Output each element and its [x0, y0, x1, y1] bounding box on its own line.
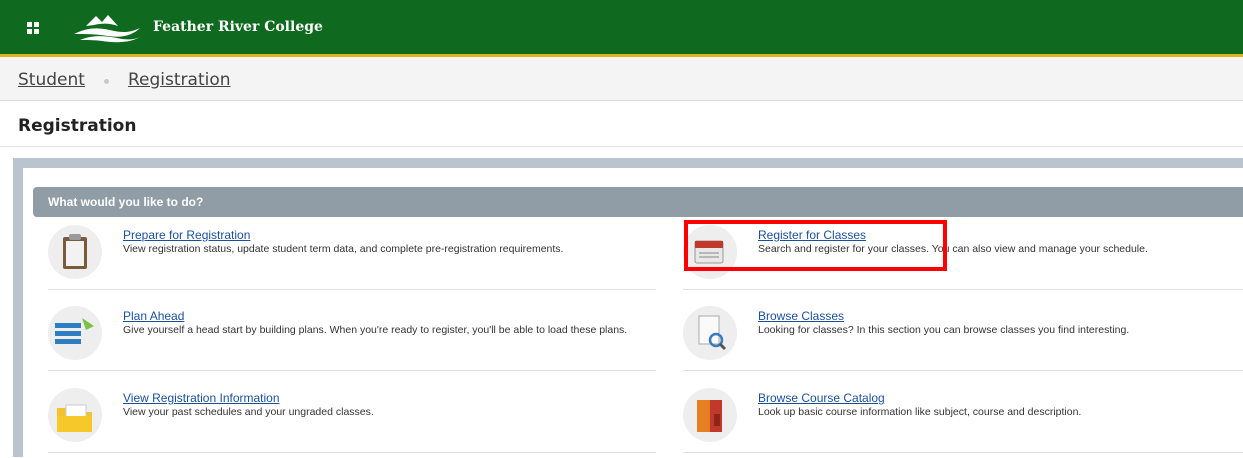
browse-classes-description: Looking for classes? In this section you… — [758, 324, 1130, 336]
view-registration-information-link[interactable]: View Registration Information — [123, 391, 280, 405]
browse-course-catalog-description: Look up basic course information like su… — [758, 406, 1082, 418]
plan-ahead-link[interactable]: Plan Ahead — [123, 309, 184, 323]
item-divider — [48, 289, 656, 290]
folder-icon[interactable] — [48, 388, 102, 442]
option-view-registration-information: View Registration Information View your … — [48, 388, 656, 458]
breadcrumb-separator-icon — [104, 79, 109, 84]
highlight-box — [684, 220, 947, 271]
item-divider — [683, 370, 1243, 371]
option-browse-course-catalog: Browse Course Catalog Look up basic cour… — [683, 388, 1243, 458]
item-divider — [683, 289, 1243, 290]
browse-classes-link[interactable]: Browse Classes — [758, 309, 844, 323]
option-browse-classes: Browse Classes Looking for classes? In t… — [683, 306, 1243, 376]
item-divider — [48, 452, 656, 453]
item-divider — [48, 370, 656, 371]
panel-header-text: What would you like to do? — [48, 195, 204, 209]
page-title: Registration — [18, 116, 137, 136]
option-plan-ahead: Plan Ahead Give yourself a head start by… — [48, 306, 656, 376]
document-search-icon[interactable] — [683, 306, 737, 360]
breadcrumb-registration[interactable]: Registration — [128, 70, 231, 90]
item-divider — [683, 452, 1243, 453]
clipboard-icon[interactable] — [48, 225, 102, 279]
panel-header: What would you like to do? — [33, 187, 1243, 217]
app-grid-icon[interactable] — [27, 22, 39, 34]
college-name[interactable]: Feather River College — [153, 19, 323, 35]
plan-list-icon[interactable] — [48, 306, 102, 360]
breadcrumb-student[interactable]: Student — [18, 70, 85, 90]
plan-ahead-description: Give yourself a head start by building p… — [123, 324, 628, 336]
prepare-for-registration-link[interactable]: Prepare for Registration — [123, 228, 250, 242]
view-registration-information-description: View your past schedules and your ungrad… — [123, 406, 374, 418]
top-bar: Feather River College — [0, 0, 1243, 57]
feather-logo-icon[interactable] — [72, 12, 142, 44]
option-prepare-for-registration: Prepare for Registration View registrati… — [48, 225, 656, 295]
prepare-for-registration-description: View registration status, update student… — [123, 243, 564, 255]
browse-course-catalog-link[interactable]: Browse Course Catalog — [758, 391, 885, 405]
book-icon[interactable] — [683, 388, 737, 442]
title-bar: Registration — [0, 101, 1243, 147]
